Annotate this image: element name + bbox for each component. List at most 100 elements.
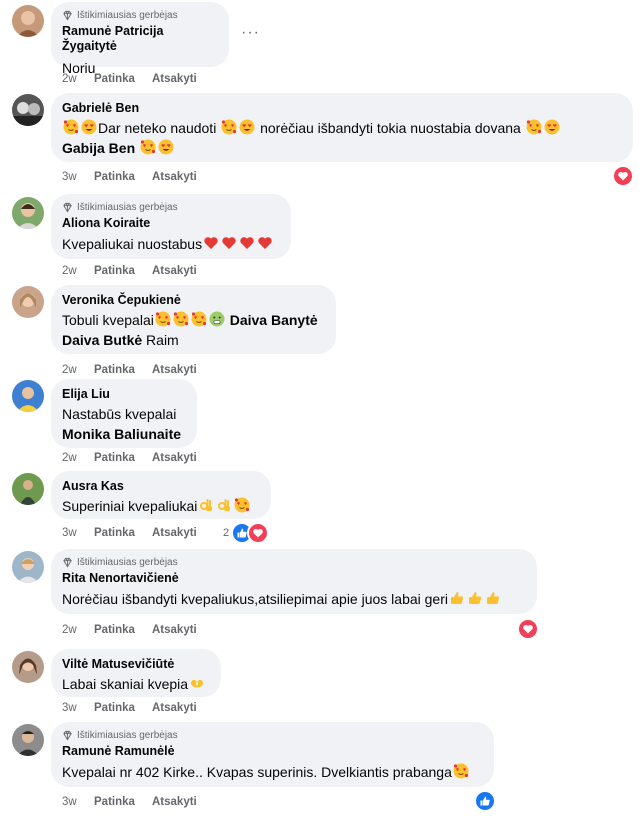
- smiling-face-with-hearts-icon: [191, 311, 207, 327]
- reply-button[interactable]: Atsakyti: [152, 364, 197, 376]
- comment-author[interactable]: Ramunė Patricija Žygaitytė: [62, 24, 217, 54]
- avatar[interactable]: [12, 94, 44, 126]
- like-button[interactable]: Patinka: [94, 527, 152, 539]
- comment-text-line2: Daiva Butkė Raim: [62, 332, 179, 348]
- comment-actions: 2w Patinka Atsakyti: [62, 452, 197, 464]
- reaction-count: 2: [223, 527, 230, 539]
- like-button[interactable]: Patinka: [94, 364, 152, 376]
- top-fan-badge: Ištikimiausias gerbėjas: [62, 9, 217, 21]
- avatar[interactable]: [12, 197, 44, 229]
- smiling-face-with-hearts-icon: [234, 497, 250, 513]
- smiling-face-with-hearts-icon: [221, 119, 237, 135]
- comment-time[interactable]: 3w: [62, 796, 94, 808]
- comment-time[interactable]: 2w: [62, 364, 94, 376]
- like-button[interactable]: Patinka: [94, 171, 152, 183]
- like-button[interactable]: Patinka: [94, 796, 152, 808]
- comment-author[interactable]: Aliona Koiraite: [62, 216, 279, 231]
- more-options-icon[interactable]: ···: [241, 24, 260, 42]
- comment-bubble: Viltė Matusevičiūtė Labai skaniai kvepia: [51, 649, 221, 697]
- top-fan-badge: Ištikimiausias gerbėjas: [62, 201, 279, 213]
- comment-author[interactable]: Rita Nenortavičienė: [62, 571, 525, 586]
- diamond-icon: [62, 10, 73, 21]
- like-button[interactable]: Patinka: [94, 624, 152, 636]
- smiling-face-with-hearts-icon: [155, 311, 171, 327]
- comment-actions: 2w Patinka Atsakyti: [62, 364, 197, 376]
- reply-button[interactable]: Atsakyti: [152, 452, 197, 464]
- avatar[interactable]: [12, 286, 44, 318]
- reply-button[interactable]: Atsakyti: [152, 171, 197, 183]
- reaction-summary[interactable]: [517, 618, 539, 640]
- comment-actions: 2w Patinka Atsakyti: [62, 265, 197, 277]
- reply-button[interactable]: Atsakyti: [152, 702, 197, 714]
- reaction-summary[interactable]: [612, 165, 634, 187]
- comment-time[interactable]: 3w: [62, 527, 94, 539]
- comment-author[interactable]: Elija Liu: [62, 387, 185, 402]
- comment-author[interactable]: Ausra Kas: [62, 479, 259, 494]
- red-heart-icon: [257, 235, 273, 251]
- comment-time[interactable]: 2w: [62, 452, 94, 464]
- smiling-face-with-hearts-icon: [140, 139, 156, 155]
- like-button[interactable]: Patinka: [94, 73, 152, 85]
- comment-author[interactable]: Veronika Čepukienė: [62, 293, 324, 308]
- comment-text: Superiniai kvepaliukai: [62, 496, 259, 516]
- comment-bubble: Gabrielė Ben Dar neteko naudoti norėčiau…: [51, 93, 633, 162]
- avatar[interactable]: [12, 473, 44, 505]
- comment-actions: 2w Patinka Atsakyti: [62, 624, 197, 636]
- smiling-face-with-hearts-icon: [526, 119, 542, 135]
- red-heart-icon: [221, 235, 237, 251]
- reply-button[interactable]: Atsakyti: [152, 265, 197, 277]
- comment-time[interactable]: 3w: [62, 702, 94, 714]
- avatar[interactable]: [12, 380, 44, 412]
- like-button[interactable]: Patinka: [94, 452, 152, 464]
- comment-actions: 2w Patinka Atsakyti: [62, 73, 197, 85]
- like-button[interactable]: Patinka: [94, 702, 152, 714]
- comment-author[interactable]: Ramunė Ramunėlė: [62, 744, 482, 759]
- reply-button[interactable]: Atsakyti: [152, 73, 197, 85]
- diamond-icon: [62, 557, 73, 568]
- like-button[interactable]: Patinka: [94, 265, 152, 277]
- heart-eyes-icon: [81, 119, 97, 135]
- comment-time[interactable]: 3w: [62, 171, 94, 183]
- comment-time[interactable]: 2w: [62, 265, 94, 277]
- thumbs-up-icon: [449, 590, 465, 606]
- diamond-icon: [62, 730, 73, 741]
- comment-bubble: Veronika Čepukienė Tobuli kvepalai Daiva…: [51, 285, 336, 354]
- comment-text-line2: Monika Baliunaite: [62, 424, 185, 444]
- top-fan-badge: Ištikimiausias gerbėjas: [62, 729, 482, 741]
- comment-bubble: Ištikimiausias gerbėjas Rita Nenortaviči…: [51, 549, 537, 614]
- reply-button[interactable]: Atsakyti: [152, 624, 197, 636]
- diamond-icon: [62, 202, 73, 213]
- comment-text: Dar neteko naudoti norėčiau išbandyti to…: [62, 118, 621, 138]
- heart-eyes-icon: [158, 139, 174, 155]
- love-reaction-icon: [612, 165, 634, 187]
- mention-link[interactable]: Daiva Banytė: [230, 312, 318, 328]
- reply-button[interactable]: Atsakyti: [152, 527, 197, 539]
- mention-link[interactable]: Monika Baliunaite: [62, 426, 181, 442]
- comment-time[interactable]: 2w: [62, 624, 94, 636]
- mention-link[interactable]: Gabija Ben: [62, 140, 135, 156]
- like-reaction-icon: [474, 790, 496, 812]
- reply-button[interactable]: Atsakyti: [152, 796, 197, 808]
- mention-link[interactable]: Daiva Butkė: [62, 332, 142, 348]
- comment-text: Kvepalai nr 402 Kirke.. Kvapas superinis…: [62, 762, 482, 782]
- love-reaction-icon: [517, 618, 539, 640]
- red-heart-icon: [239, 235, 255, 251]
- avatar[interactable]: [12, 551, 44, 583]
- smiling-face-with-hearts-icon: [63, 119, 79, 135]
- smiling-face-with-hearts-icon: [453, 763, 469, 779]
- top-fan-badge: Ištikimiausias gerbėjas: [62, 556, 525, 568]
- ok-hand-icon: [198, 497, 214, 513]
- reaction-summary[interactable]: [474, 790, 496, 812]
- heart-eyes-icon: [239, 119, 255, 135]
- comment-author[interactable]: Gabrielė Ben: [62, 101, 621, 116]
- comment-time[interactable]: 2w: [62, 73, 94, 85]
- comment-actions: 3w Patinka Atsakyti: [62, 171, 197, 183]
- avatar[interactable]: [12, 724, 44, 756]
- reaction-summary[interactable]: 2: [223, 522, 270, 544]
- heart-hands-icon: [189, 675, 205, 691]
- avatar[interactable]: [12, 5, 44, 37]
- red-heart-icon: [203, 235, 219, 251]
- comment-text: Nastabūs kvepalai: [62, 406, 177, 422]
- avatar[interactable]: [12, 651, 44, 683]
- comment-author[interactable]: Viltė Matusevičiūtė: [62, 657, 209, 672]
